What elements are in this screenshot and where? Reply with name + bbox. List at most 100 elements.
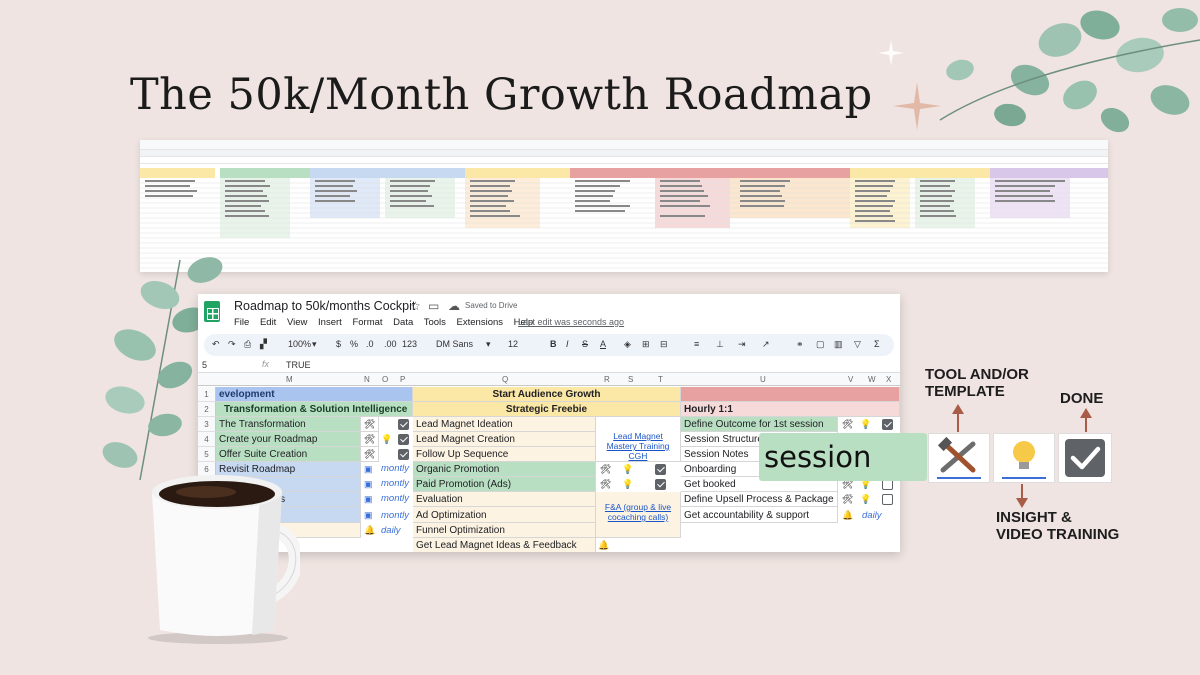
undo-icon[interactable]: ↶	[212, 339, 220, 350]
column-header-s[interactable]: S	[628, 375, 633, 384]
column-header-v[interactable]: V	[848, 375, 853, 384]
task-cell[interactable]: The Transformation	[216, 417, 361, 432]
column-header-w[interactable]: W	[868, 375, 876, 384]
print-icon[interactable]: ⎙	[244, 339, 251, 350]
filter-icon[interactable]: ▽	[854, 339, 861, 350]
lightbulb-icon[interactable]: 💡	[860, 419, 871, 430]
done-checkbox[interactable]	[398, 419, 409, 430]
paint-format-icon[interactable]: ▞	[260, 339, 267, 350]
wrap-icon[interactable]: ⇥	[738, 339, 746, 350]
column-header-o[interactable]: O	[382, 375, 388, 384]
task-cell[interactable]: Ad Optimization	[413, 507, 596, 523]
coaching-calls-link[interactable]: F&A (group & live cocaching calls)	[596, 492, 681, 538]
document-title[interactable]: Roadmap to 50k/months Cockpit	[234, 299, 415, 313]
header-cell-audience-growth[interactable]: Start Audience Growth	[413, 387, 681, 402]
subheader-cell-strategic-freebie[interactable]: Strategic Freebie	[413, 402, 681, 417]
chart-icon[interactable]: ▥	[834, 339, 843, 350]
subheader-cell-transformation[interactable]: Transformation & Solution Intelligence	[216, 402, 413, 417]
functions-icon[interactable]: Σ	[874, 339, 880, 349]
menu-file[interactable]: File	[234, 317, 249, 328]
column-header-m[interactable]: M	[286, 375, 293, 384]
align-vertical-icon[interactable]: ⊥	[716, 339, 724, 350]
redo-icon[interactable]: ↷	[228, 339, 236, 350]
menu-view[interactable]: View	[287, 317, 307, 328]
menu-edit[interactable]: Edit	[260, 317, 276, 328]
done-checkbox[interactable]	[655, 479, 666, 490]
number-format-select[interactable]: 123	[402, 339, 417, 349]
text-color-button[interactable]: A	[600, 339, 606, 349]
tool-icon[interactable]: 🛠	[364, 449, 375, 460]
row-number[interactable]: 4	[198, 432, 216, 447]
header-cell-development[interactable]: evelopment	[216, 387, 413, 402]
tool-icon[interactable]: 🛠	[600, 464, 611, 475]
row-number[interactable]: 2	[198, 402, 216, 417]
menu-data[interactable]: Data	[393, 317, 413, 328]
tool-icon[interactable]: 🛠	[364, 434, 375, 445]
header-cell-red[interactable]	[681, 387, 900, 402]
menu-extensions[interactable]: Extensions	[457, 317, 503, 328]
column-header-t[interactable]: T	[658, 375, 663, 384]
link-icon[interactable]: ⚭	[796, 339, 804, 350]
task-cell[interactable]: Organic Promotion	[413, 462, 596, 477]
column-header-n[interactable]: N	[364, 375, 370, 384]
done-checkbox[interactable]	[655, 464, 666, 475]
menu-format[interactable]: Format	[352, 317, 382, 328]
menu-insert[interactable]: Insert	[318, 317, 342, 328]
strikethrough-button[interactable]: S	[582, 339, 588, 349]
bold-button[interactable]: B	[550, 339, 557, 349]
row-number[interactable]: 3	[198, 417, 216, 432]
font-select[interactable]: DM Sans	[436, 339, 473, 349]
task-cell[interactable]: Paid Promotion (Ads)	[413, 477, 596, 492]
tool-icon[interactable]: 🛠	[600, 479, 611, 490]
formula-input[interactable]: TRUE	[286, 360, 311, 370]
align-left-icon[interactable]: ≡	[694, 339, 699, 349]
lightbulb-icon[interactable]: 💡	[860, 494, 871, 505]
tool-icon[interactable]: 🛠	[842, 494, 853, 505]
move-folder-icon[interactable]: ▭	[428, 299, 439, 313]
fill-color-icon[interactable]: ◈	[624, 339, 631, 350]
done-checkbox[interactable]	[882, 494, 893, 505]
percent-button[interactable]: %	[350, 339, 358, 349]
last-edit-link[interactable]: Last edit was seconds ago	[518, 317, 624, 327]
task-cell[interactable]: Lead Magnet Creation	[413, 432, 596, 447]
done-checkbox[interactable]	[882, 419, 893, 430]
tool-icon[interactable]: 🛠	[842, 419, 853, 430]
column-header-p[interactable]: P	[400, 375, 405, 384]
task-cell[interactable]: Follow Up Sequence	[413, 447, 596, 462]
task-cell[interactable]: Lead Magnet Ideation	[413, 417, 596, 432]
subheader-cell-hourly[interactable]: Hourly 1:1	[681, 402, 900, 417]
zoom-select[interactable]: 100%	[288, 339, 311, 349]
borders-icon[interactable]: ⊞	[642, 339, 650, 350]
row-number[interactable]: 5	[198, 447, 216, 462]
task-cell[interactable]: Define Outcome for 1st session	[681, 417, 838, 432]
name-box[interactable]: 5	[202, 360, 207, 370]
task-cell[interactable]: Get accountability & support	[681, 507, 838, 523]
task-cell[interactable]: Funnel Optimization	[413, 523, 596, 538]
done-checkbox[interactable]	[398, 434, 409, 445]
task-cell[interactable]: Offer Suite Creation	[216, 447, 361, 462]
font-size-input[interactable]: 12	[508, 339, 518, 349]
lightbulb-icon[interactable]: 💡	[622, 479, 633, 490]
rotate-icon[interactable]: ↗	[762, 339, 770, 350]
lightbulb-icon[interactable]: 💡	[381, 434, 392, 445]
row-number[interactable]: 1	[198, 387, 216, 402]
decrease-decimal-button[interactable]: .0	[366, 339, 374, 349]
column-header-r[interactable]: R	[604, 375, 610, 384]
currency-button[interactable]: $	[336, 339, 341, 349]
star-icon[interactable]: ☆	[410, 299, 421, 313]
column-header-u[interactable]: U	[760, 375, 766, 384]
training-link[interactable]: Lead Magnet Mastery Training CGH	[596, 417, 681, 462]
increase-decimal-button[interactable]: .00	[384, 339, 397, 349]
menu-tools[interactable]: Tools	[424, 317, 446, 328]
task-cell[interactable]: Get Lead Magnet Ideas & Feedback	[413, 538, 596, 552]
task-cell[interactable]: Evaluation	[413, 492, 596, 507]
task-cell[interactable]: Define Upsell Process & Package	[681, 492, 838, 507]
column-header-q[interactable]: Q	[502, 375, 508, 384]
italic-button[interactable]: I	[566, 339, 569, 349]
task-cell[interactable]: Create your Roadmap	[216, 432, 361, 447]
comment-icon[interactable]: ▢	[816, 339, 825, 350]
tool-icon[interactable]: 🛠	[364, 419, 375, 430]
column-header-x[interactable]: X	[886, 375, 891, 384]
merge-icon[interactable]: ⊟	[660, 339, 668, 350]
done-checkbox[interactable]	[398, 449, 409, 460]
